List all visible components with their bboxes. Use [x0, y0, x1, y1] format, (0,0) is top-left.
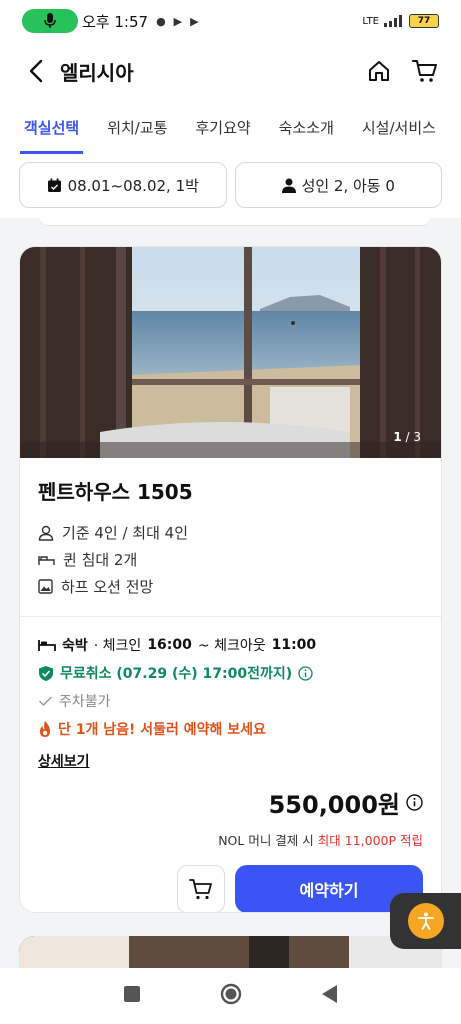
home-icon	[369, 61, 389, 81]
parking-row: 주차불가	[38, 687, 423, 715]
signal-icon	[384, 15, 402, 27]
room-photo[interactable]: 1 / 3	[20, 247, 441, 458]
person-icon	[281, 178, 296, 193]
person-outline-icon	[38, 525, 54, 541]
photo-counter-total: / 3	[405, 430, 422, 444]
room-list: 1 / 3 펜트하우스 1505 기준 4인 / 최대 4인 퀸 침대 2개 하…	[0, 218, 461, 968]
action-row: 예약하기	[38, 865, 423, 912]
page-title: 엘리시아	[60, 60, 134, 85]
status-bar: 오후 1:57 ● ▶ ▶ LTE 77	[0, 0, 461, 42]
view-text: 하프 오션 전망	[61, 578, 154, 596]
price-row: 550,000원	[38, 785, 423, 820]
tab-review-summary[interactable]: 후기요약	[195, 100, 250, 154]
calendar-icon	[47, 178, 61, 192]
checkout-label: ~ 체크아웃	[197, 638, 266, 654]
free-cancel-text: 무료취소 (07.29 (수) 17:00전까지)	[60, 666, 293, 682]
circle-icon	[220, 983, 241, 1005]
chevron-left-icon	[29, 59, 43, 83]
cart-icon	[189, 879, 212, 900]
next-room-photo	[19, 936, 442, 968]
info-icon[interactable]	[298, 665, 313, 681]
add-to-cart-button[interactable]	[177, 865, 225, 912]
checkout-time: 11:00	[271, 637, 317, 653]
tab-location[interactable]: 위치/교통	[107, 100, 167, 154]
back-nav-button[interactable]	[321, 985, 338, 1007]
view-row: 하프 오션 전망	[38, 573, 423, 600]
rate-plan: 숙박 · 체크인 16:00 ~ 체크아웃 11:00 무료취소 (07.29 …	[20, 617, 441, 912]
next-room-card[interactable]	[19, 936, 442, 968]
triangle-back-icon	[321, 985, 337, 1003]
photo-counter-current: 1	[393, 430, 402, 444]
bed-icon	[38, 555, 55, 565]
checkin-label: · 체크인	[93, 638, 142, 654]
urgency-text: 단 1개 남음! 서둘러 예약해 보세요	[58, 722, 266, 738]
parking-text: 주차불가	[59, 694, 111, 710]
capacity-row: 기준 4인 / 최대 4인	[38, 519, 423, 546]
stay-type: 숙박	[62, 638, 88, 654]
home-nav-button[interactable]	[220, 983, 242, 1009]
square-icon	[123, 986, 140, 1002]
play-icon: ▶	[190, 14, 199, 28]
filter-bar: 08.01~08.02, 1박 성인 2, 아동 0	[0, 154, 461, 218]
room-name: 펜트하우스 1505	[38, 480, 193, 504]
points-info: NOL 머니 결제 시 최대 11,000P 적립	[38, 830, 423, 849]
battery-level: 77	[417, 16, 431, 26]
date-filter-button[interactable]: 08.01~08.02, 1박	[19, 162, 227, 208]
points-prefix: NOL 머니 결제 시	[218, 833, 314, 848]
recent-apps-button[interactable]	[123, 986, 140, 1006]
urgency-row: 단 1개 남음! 서둘러 예약해 보세요	[38, 715, 423, 743]
ocean-view-image	[20, 247, 441, 458]
detail-link[interactable]: 상세보기	[38, 751, 90, 771]
home-button[interactable]	[363, 55, 395, 87]
photo-counter: 1 / 3	[393, 430, 421, 444]
previous-card-edge	[40, 218, 430, 226]
free-cancel-row: 무료취소 (07.29 (수) 17:00전까지)	[38, 659, 423, 687]
fire-icon	[40, 720, 50, 737]
chat-icon: ●	[156, 14, 166, 28]
accessibility-button[interactable]	[390, 893, 461, 949]
info-icon[interactable]	[406, 794, 423, 811]
cart-button[interactable]	[409, 55, 441, 87]
play-icon: ▶	[173, 14, 183, 28]
points-highlight: 최대 11,000P 적립	[317, 833, 423, 848]
battery-icon: 77	[409, 14, 439, 28]
bed-row: 퀸 침대 2개	[38, 546, 423, 573]
tab-facilities[interactable]: 시설/서비스	[362, 100, 436, 154]
bed-text: 퀸 침대 2개	[63, 551, 138, 569]
checkin-time: 16:00	[147, 637, 192, 653]
mic-icon	[22, 9, 78, 33]
app-header: 엘리시아	[0, 42, 461, 100]
image-icon	[38, 579, 53, 594]
tab-bar: 객실선택 위치/교통 후기요약 숙소소개 시설/서비스	[0, 100, 461, 154]
guest-filter-button[interactable]: 성인 2, 아동 0	[234, 162, 442, 208]
room-card: 1 / 3 펜트하우스 1505 기준 4인 / 최대 4인 퀸 침대 2개 하…	[19, 246, 442, 913]
stay-time-row: 숙박 · 체크인 16:00 ~ 체크아웃 11:00	[38, 631, 423, 659]
system-nav-bar	[0, 968, 461, 1024]
bed-icon	[38, 640, 56, 651]
status-time: 오후 1:57	[82, 12, 149, 31]
price: 550,000원	[268, 791, 400, 819]
capacity-text: 기준 4인 / 최대 4인	[62, 524, 189, 542]
accessibility-icon	[417, 912, 434, 930]
room-info: 펜트하우스 1505 기준 4인 / 최대 4인 퀸 침대 2개 하프 오션 전…	[20, 458, 441, 600]
cart-icon	[412, 60, 437, 82]
tab-property-intro[interactable]: 숙소소개	[279, 100, 334, 154]
shield-check-icon	[39, 665, 53, 681]
check-icon	[38, 696, 53, 707]
back-button[interactable]	[12, 47, 60, 95]
tab-room-select[interactable]: 객실선택	[19, 100, 84, 154]
network-label: LTE	[362, 15, 379, 27]
date-filter-label: 08.01~08.02, 1박	[67, 176, 199, 195]
guest-filter-label: 성인 2, 아동 0	[301, 176, 395, 195]
